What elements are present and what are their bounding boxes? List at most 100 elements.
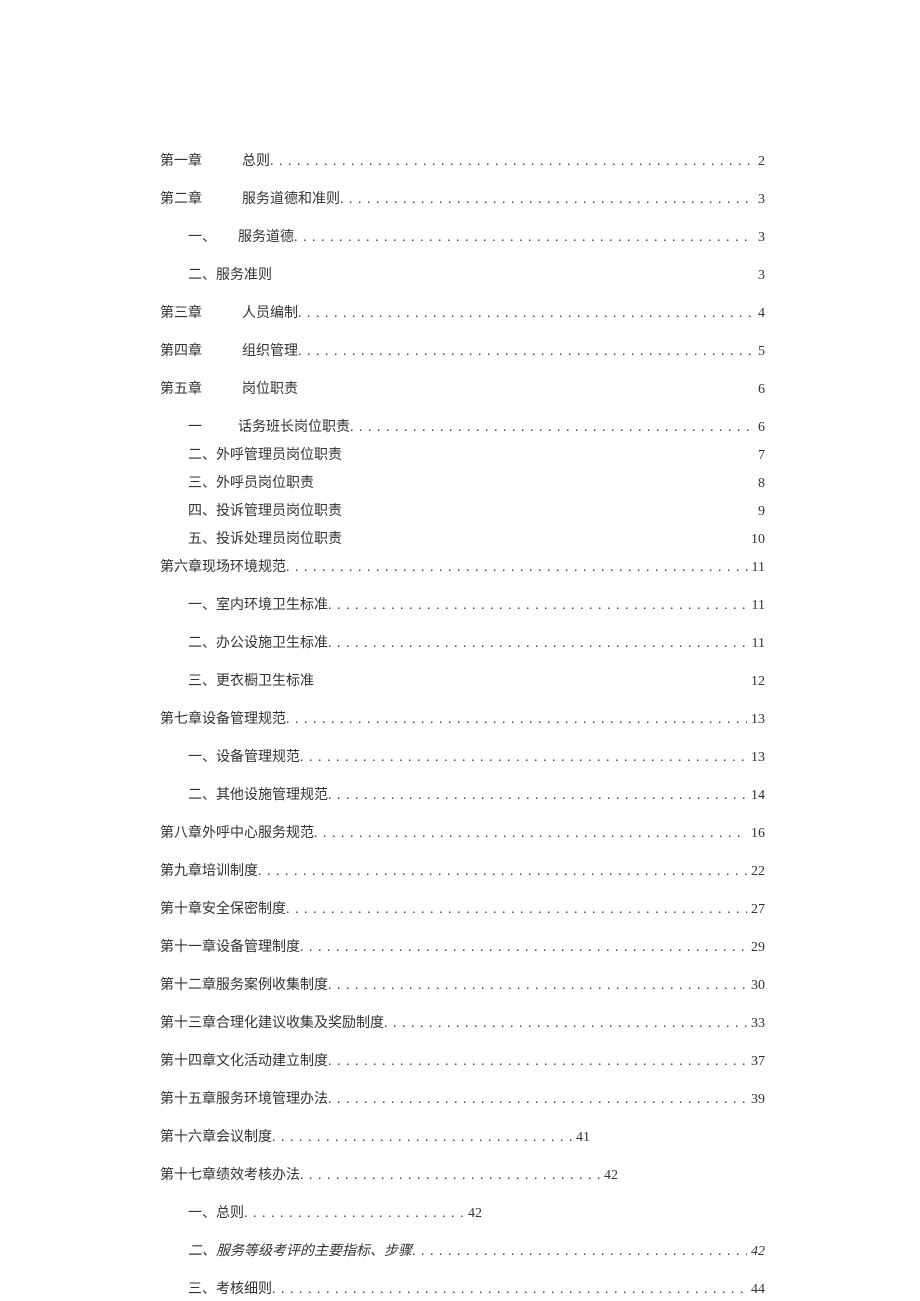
toc-title: 岗位职责: [242, 378, 298, 398]
toc-page-number: 2: [754, 154, 765, 170]
toc-entry: 第六章现场环境规范 11: [160, 556, 765, 576]
toc-leader: [286, 902, 747, 918]
toc-entry: 第九章培训制度 22: [160, 860, 765, 880]
toc-page-number: 44: [747, 1282, 765, 1298]
toc-entry: 三、更衣橱卫生标准 12: [160, 670, 765, 690]
toc-title: 二、办公设施卫生标准: [188, 632, 328, 652]
toc-leader: [286, 712, 747, 728]
toc-page-number: 42: [747, 1244, 765, 1260]
toc-title: 三、考核细则: [188, 1278, 272, 1298]
toc-leader: [412, 1244, 747, 1260]
toc-title: 第十二章服务案例收集制度: [160, 974, 328, 994]
toc-entry: 三、外呼员岗位职责8: [160, 472, 765, 492]
toc-title: 第八章外呼中心服务规范: [160, 822, 314, 842]
toc-leader: [328, 1092, 747, 1108]
toc-title: 二、外呼管理员岗位职责: [188, 444, 342, 464]
toc-leader: [300, 750, 747, 766]
toc-page-number: 16: [747, 826, 765, 842]
toc-page-number: 11: [748, 636, 765, 652]
toc-title: 第十三章合理化建议收集及奖励制度: [160, 1012, 384, 1032]
toc-leader: [328, 978, 747, 994]
toc-leader: [300, 940, 747, 956]
toc-leader: [300, 1168, 600, 1184]
toc-leader: [328, 636, 748, 652]
toc-entry: 一、 服务道德 3: [160, 226, 765, 246]
toc-title: 一、室内环境卫生标准: [188, 594, 328, 614]
table-of-contents: 第一章总则2第二章服务道德和准则3一、服务道德3二、服务准则3第三章人员编制4第…: [160, 150, 765, 1298]
toc-leader: [244, 1206, 464, 1222]
toc-leader: [340, 192, 754, 208]
toc-leader: [286, 560, 748, 576]
toc-leader: [298, 306, 754, 322]
toc-title: 服务道德: [238, 226, 294, 246]
toc-page-number: 7: [754, 448, 765, 464]
toc-label: 第一章: [160, 150, 206, 170]
toc-page-number: 6: [754, 420, 765, 436]
toc-entry: 二、其他设施管理规范 14: [160, 784, 765, 804]
toc-entry: 第十七章绩效考核办法 42: [160, 1164, 765, 1184]
toc-entry: 二、服务等级考评的主要指标、步骤 42: [160, 1240, 765, 1260]
toc-entry: 第三章 人员编制 4: [160, 302, 765, 322]
toc-title: 第七章设备管理规范: [160, 708, 286, 728]
toc-entry: 二、服务准则3: [160, 264, 765, 284]
toc-entry: 一、设备管理规范 13: [160, 746, 765, 766]
toc-entry: 一、室内环境卫生标准11: [160, 594, 765, 614]
toc-title: 一、总则: [188, 1202, 244, 1222]
toc-entry: 第一章总则2: [160, 150, 765, 170]
toc-page-number: 14: [747, 788, 765, 804]
toc-title: 五、投诉处理员岗位职责: [188, 528, 342, 548]
toc-title: 一、设备管理规范: [188, 746, 300, 766]
toc-label: 第三章: [160, 302, 206, 322]
toc-title: 第九章培训制度: [160, 860, 258, 880]
toc-page-number: 3: [754, 268, 765, 284]
toc-page-number: 8: [754, 476, 765, 492]
toc-leader: [350, 420, 754, 436]
toc-leader: [272, 1282, 747, 1298]
toc-entry: 第十五章服务环境管理办法 39: [160, 1088, 765, 1108]
toc-title: 第十一章设备管理制度: [160, 936, 300, 956]
toc-title: 三、更衣橱卫生标准: [188, 670, 314, 690]
toc-entry: 二、外呼管理员岗位职责 7: [160, 444, 765, 464]
toc-label: 第五章: [160, 378, 206, 398]
toc-leader: [328, 1054, 747, 1070]
toc-title: 服务道德和准则: [242, 188, 340, 208]
toc-title: 话务班长岗位职责: [238, 416, 350, 436]
toc-page-number: 33: [747, 1016, 765, 1032]
toc-label: 第四章: [160, 340, 206, 360]
toc-entry: 第五章岗位职责6: [160, 378, 765, 398]
toc-page-number: 10: [747, 532, 765, 548]
toc-leader: [328, 598, 748, 614]
toc-title: 第十七章绩效考核办法: [160, 1164, 300, 1184]
document-page: 第一章总则2第二章服务道德和准则3一、服务道德3二、服务准则3第三章人员编制4第…: [0, 0, 920, 1301]
toc-title: 人员编制: [242, 302, 298, 322]
toc-title: 组织管理: [242, 340, 298, 360]
toc-leader: [298, 344, 754, 360]
toc-leader: [270, 154, 754, 170]
toc-title: 第十章安全保密制度: [160, 898, 286, 918]
toc-title: 二、其他设施管理规范: [188, 784, 328, 804]
toc-leader: [328, 788, 747, 804]
toc-leader: [294, 230, 754, 246]
toc-page-number: 11: [748, 560, 765, 576]
toc-title: 第六章现场环境规范: [160, 556, 286, 576]
toc-leader: [258, 864, 747, 880]
toc-leader: [272, 1130, 572, 1146]
toc-label: 一、: [188, 226, 216, 246]
toc-page-number: 39: [747, 1092, 765, 1108]
toc-page-number: 5: [754, 344, 765, 360]
toc-entry: 第八章外呼中心服务规范 16: [160, 822, 765, 842]
toc-entry: 一话务班长岗位职责6: [160, 416, 765, 436]
toc-page-number: 27: [747, 902, 765, 918]
toc-entry: 五、投诉处理员岗位职责 10: [160, 528, 765, 548]
toc-page-number: 3: [754, 230, 765, 246]
toc-page-number: 12: [747, 674, 765, 690]
toc-page-number: 13: [747, 712, 765, 728]
toc-title: 第十四章文化活动建立制度: [160, 1050, 328, 1070]
toc-page-number: 4: [754, 306, 765, 322]
toc-entry: 第十三章合理化建议收集及奖励制度 33: [160, 1012, 765, 1032]
toc-leader: [384, 1016, 747, 1032]
toc-entry: 三、考核细则 44: [160, 1278, 765, 1298]
toc-title: 第十五章服务环境管理办法: [160, 1088, 328, 1108]
toc-page-number: 13: [747, 750, 765, 766]
toc-title: 二、服务等级考评的主要指标、步骤: [188, 1240, 412, 1260]
